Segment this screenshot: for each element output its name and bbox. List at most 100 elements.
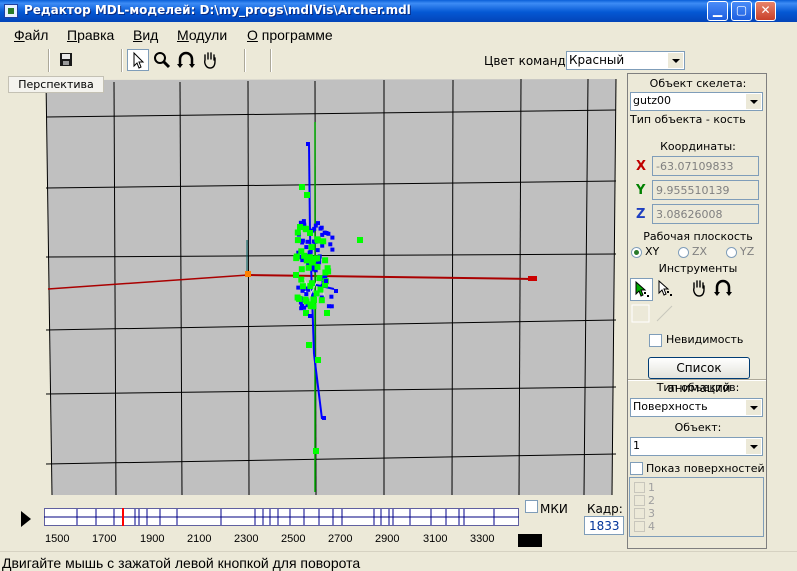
toolbar-separator	[48, 49, 50, 72]
rotate-icon	[177, 51, 195, 68]
invisibility-checkbox[interactable]	[649, 334, 662, 347]
zoom-button[interactable]	[151, 49, 173, 71]
surface-checkbox[interactable]	[634, 482, 645, 493]
bone-vertex	[322, 416, 326, 420]
team-color-select[interactable]: Красный	[566, 51, 685, 70]
animation-list-button[interactable]: Список анимаций	[648, 357, 750, 395]
close-button[interactable]: ✕	[755, 1, 776, 21]
mesh-vertex	[294, 229, 301, 236]
menu-modules[interactable]: Модули	[177, 27, 227, 43]
mesh-vertex	[322, 257, 329, 264]
chevron-down-icon	[746, 439, 761, 454]
mesh-vertex	[311, 297, 317, 303]
object-types-select[interactable]: Поверхность	[630, 398, 763, 417]
pointer-button[interactable]	[127, 49, 149, 71]
work-plane-label: Рабочая плоскость	[643, 230, 753, 243]
team-color-label: Цвет команды:	[484, 54, 580, 68]
scale-tool-button[interactable]	[630, 303, 653, 326]
mesh-vertex	[314, 263, 321, 270]
rotate-tool-button[interactable]	[713, 278, 736, 301]
bone-vertex	[306, 142, 310, 146]
plane-yz-label: YZ	[740, 245, 755, 258]
mki-checkbox[interactable]	[525, 500, 538, 513]
x-axis-letter: X	[636, 159, 647, 174]
bone-vertex	[315, 248, 320, 253]
plane-yz-radio[interactable]	[726, 247, 737, 258]
menu-file[interactable]: Файл	[14, 27, 48, 43]
mesh-vertex	[293, 255, 300, 262]
viewport-canvas[interactable]	[4, 74, 625, 497]
play-button[interactable]	[10, 505, 38, 533]
timeline-tick-label: 2900	[375, 533, 400, 545]
rotate-button[interactable]	[175, 49, 197, 71]
object-select[interactable]: 1	[630, 437, 763, 456]
z-axis-letter: Z	[636, 207, 646, 222]
bone-vertex	[304, 292, 309, 297]
menu-about[interactable]: О программе	[247, 27, 333, 43]
rotate-icon	[714, 279, 732, 296]
timeline: 1500 1700 1900 2100 2300 2500 2700 2900 …	[0, 497, 627, 549]
skeleton-object-select[interactable]: gutz00	[630, 92, 763, 111]
surface-checkbox[interactable]	[634, 521, 645, 532]
z-coordinate-field[interactable]: 3.08626008	[652, 204, 759, 224]
mki-label: МКИ	[540, 502, 568, 516]
menu-bar: Файл Правка Вид Модули О программе	[0, 22, 797, 46]
mesh-vertex	[303, 226, 310, 233]
mesh-vertex	[306, 342, 312, 348]
window-title: Редактор MDL-моделей: D:\my_progs\mdlVis…	[24, 3, 411, 17]
mesh-vertex	[296, 295, 303, 302]
mesh-vertex	[320, 238, 327, 245]
disabled-tool-icon	[631, 304, 650, 323]
frame-label: Кадр:	[587, 502, 623, 516]
surfaces-list[interactable]: 1 2 3 4	[629, 477, 764, 537]
mesh-vertex	[299, 283, 306, 290]
mesh-vertex	[316, 275, 323, 282]
timeline-tick-label: 3100	[423, 533, 448, 545]
menu-edit[interactable]: Правка	[67, 27, 114, 43]
bone-vertex	[301, 219, 306, 224]
pan-tool-button[interactable]	[689, 278, 712, 301]
bone-vertex	[324, 279, 328, 283]
mesh-vertex	[294, 237, 301, 244]
minimize-button[interactable]: ▁	[707, 1, 728, 21]
mesh-vertex	[324, 310, 330, 316]
plane-zx-radio[interactable]	[678, 247, 689, 258]
y-coordinate-field[interactable]: 9.955510139	[652, 180, 759, 200]
menu-view[interactable]: Вид	[133, 27, 158, 43]
toolbar: Цвет команды: Красный	[0, 47, 685, 74]
view-tab-perspective[interactable]: Перспектива	[8, 76, 104, 93]
surface-checkbox[interactable]	[634, 495, 645, 506]
bone-vertex	[300, 288, 305, 293]
object-types-value: Поверхность	[633, 400, 708, 413]
grid-plane	[46, 79, 616, 495]
surface-checkbox[interactable]	[634, 508, 645, 519]
timeline-tick-label: 1700	[92, 533, 117, 545]
hand-icon	[204, 52, 216, 69]
timeline-track[interactable]	[44, 505, 520, 533]
pointer-icon	[133, 51, 145, 69]
mesh-vertex	[318, 297, 325, 304]
bone-vertex	[307, 250, 312, 255]
chevron-down-icon	[746, 94, 761, 109]
mesh-vertex	[357, 237, 363, 243]
plane-xy-label: XY	[645, 245, 660, 258]
hand-button[interactable]	[199, 49, 221, 71]
line-tool-button[interactable]	[654, 303, 677, 326]
coordinates-label: Координаты:	[660, 140, 736, 153]
save-button[interactable]	[55, 49, 77, 71]
deselect-tool-button[interactable]	[654, 278, 677, 301]
bone-vertex	[326, 304, 331, 309]
x-coordinate-field[interactable]: -63.07109833	[652, 156, 759, 176]
show-surfaces-checkbox[interactable]	[630, 462, 643, 475]
app-icon	[4, 4, 18, 18]
mesh-vertex	[322, 269, 329, 276]
mesh-vertex	[298, 248, 305, 255]
frame-input[interactable]: 1833	[584, 516, 624, 535]
toolbar-separator	[121, 49, 123, 72]
mesh-vertex	[297, 224, 303, 230]
plane-xy-radio[interactable]	[631, 247, 642, 258]
bone-vertex	[296, 285, 301, 290]
object-label: Объект:	[674, 421, 722, 434]
select-tool-button[interactable]	[630, 278, 653, 301]
maximize-button[interactable]: ▢	[731, 1, 752, 21]
